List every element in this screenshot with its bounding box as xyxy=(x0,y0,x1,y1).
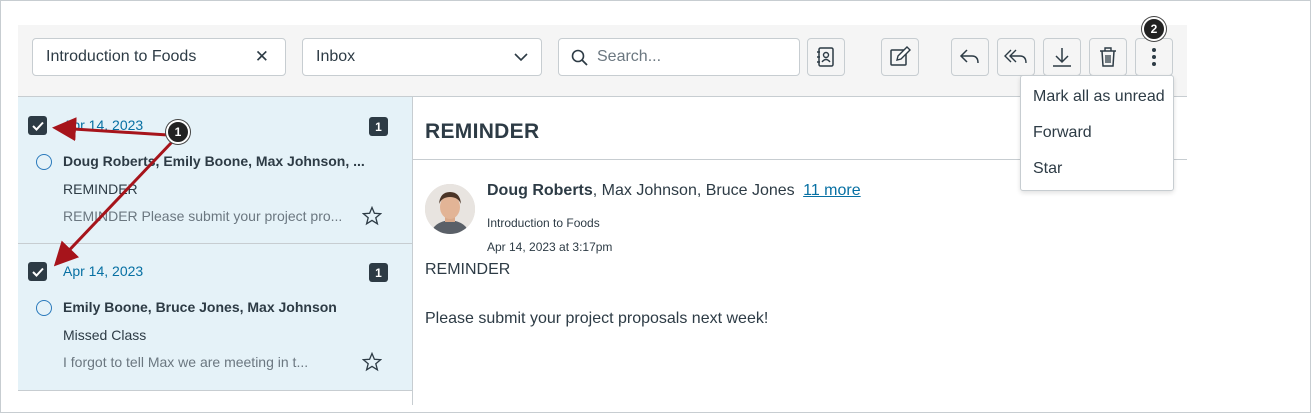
callout-badge: 2 xyxy=(1142,17,1166,41)
annotation-arrows xyxy=(52,117,174,267)
callout-badge: 1 xyxy=(166,120,190,144)
arrow-to-checkbox-1 xyxy=(52,117,169,142)
arrow-to-checkbox-2 xyxy=(53,140,174,267)
